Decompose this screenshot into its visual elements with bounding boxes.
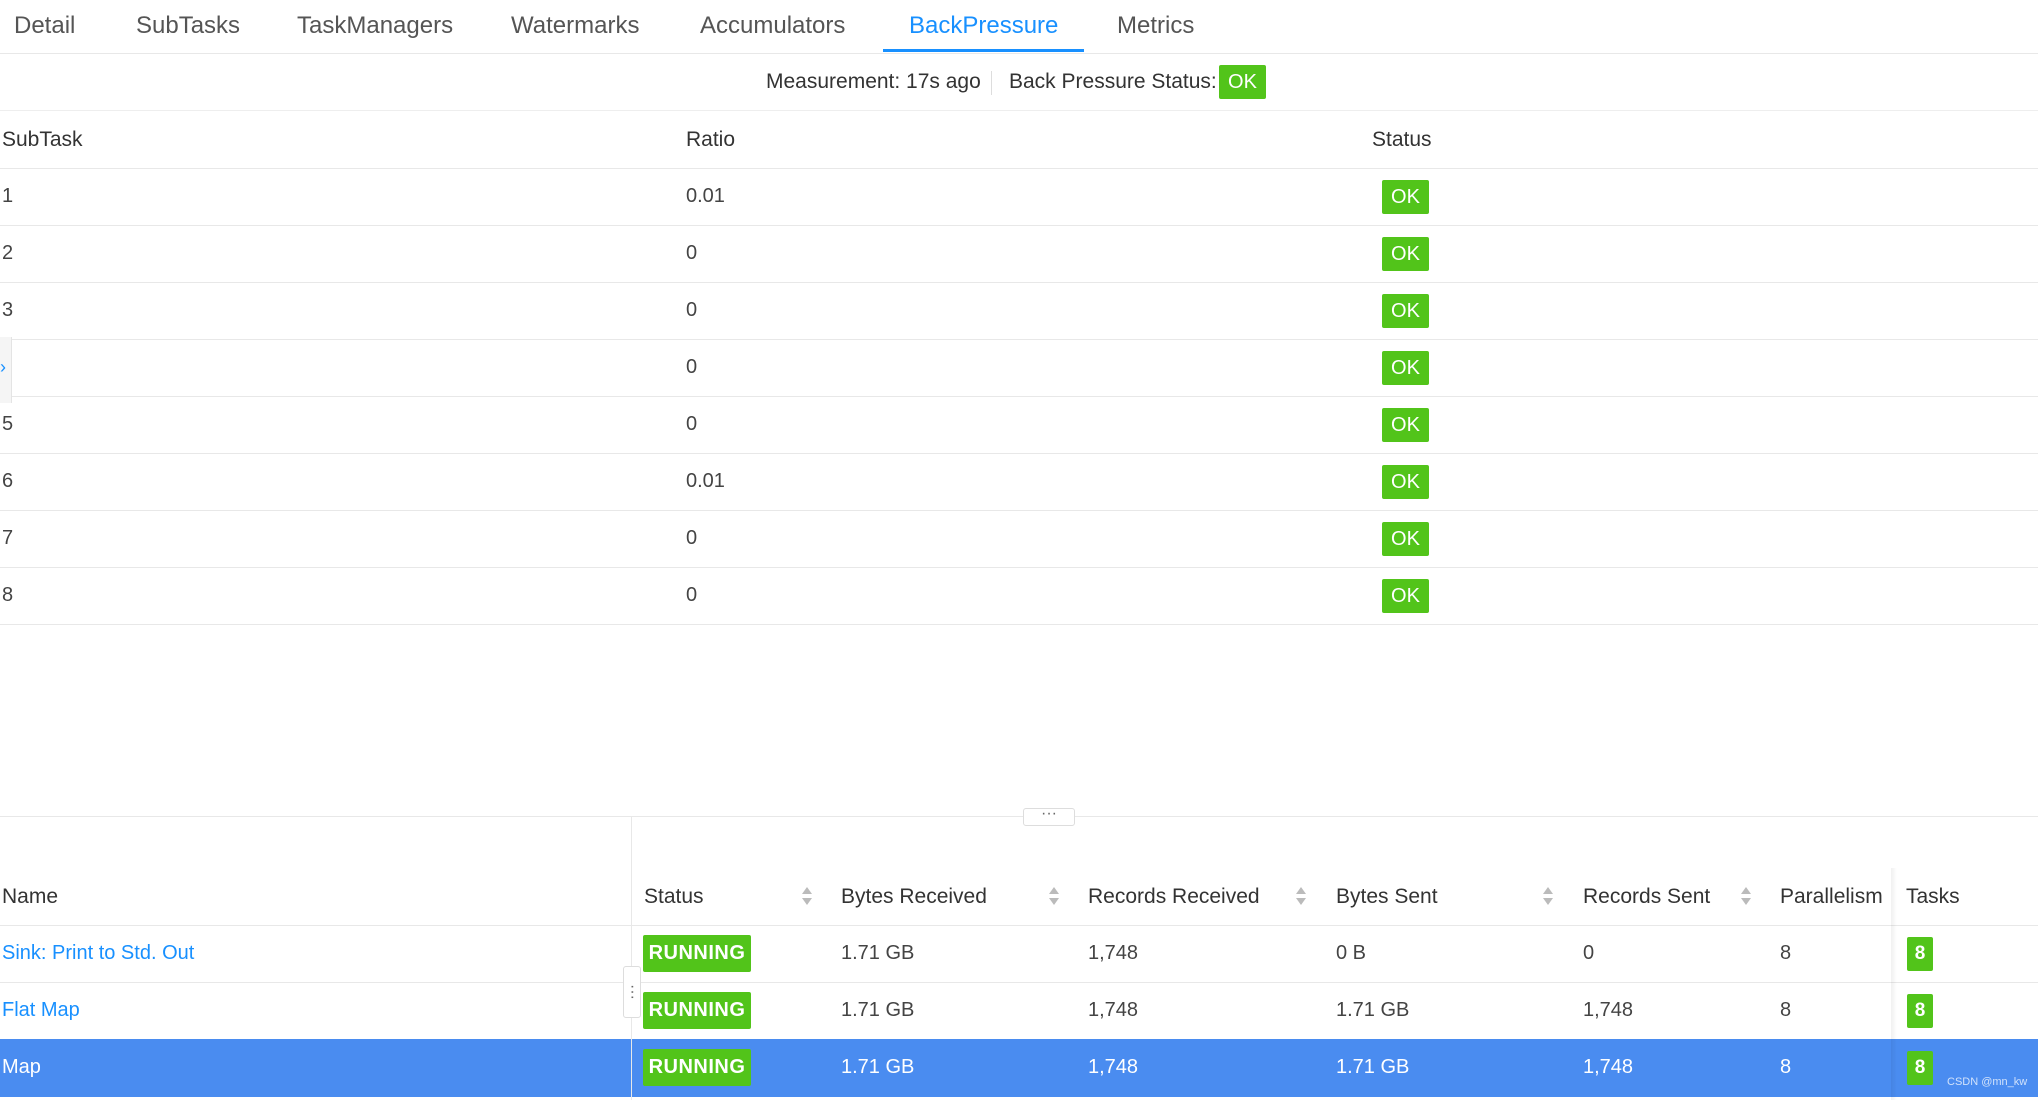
table-row: 7 0 OK [0,510,2038,568]
bytes-sent: 1.71 GB [1336,999,1410,1021]
status-badge: OK [1382,408,1429,442]
column-header-tasks: Tasks [1906,885,1960,908]
table-row: 0 OK [0,339,2038,397]
column-header-ratio: Ratio [686,128,736,151]
tasks-badge[interactable]: 8 [1907,1051,1933,1085]
table-row: 8 0 OK [0,567,2038,625]
tab-bar: Detail SubTasks TaskManagers Watermarks … [0,0,2038,54]
status-badge: RUNNING [643,935,751,972]
subtask-id: 3 [2,299,14,321]
sort-icon[interactable] [1543,887,1553,907]
column-header-records-sent[interactable]: Records Sent [1583,868,1710,925]
records-received: 1,748 [1088,999,1139,1021]
tab-detail[interactable]: Detail [14,0,75,53]
column-resize-handle[interactable]: ··· [623,966,641,1018]
table-row: 6 0.01 OK [0,453,2038,511]
ratio-value: 0 [686,527,698,549]
sort-icon[interactable] [1741,887,1751,907]
table-row[interactable]: Map RUNNING 1.71 GB 1,748 1.71 GB 1,748 8 8 [0,1039,2038,1097]
bytes-received: 1.71 GB [841,1056,915,1078]
column-header-bytes-sent[interactable]: Bytes Sent [1336,868,1438,925]
column-header-name[interactable]: Name [2,868,58,925]
subtask-id: 2 [2,242,14,264]
parallelism: 8 [1780,1056,1792,1078]
tab-accumulators[interactable]: Accumulators [700,0,845,53]
parallelism: 8 [1780,942,1792,964]
tasks-badge[interactable]: 8 [1907,937,1933,971]
table-row: 3 0 OK [0,282,2038,340]
column-header-status[interactable]: Status [644,868,704,925]
vertex-name-link[interactable]: Sink: Print to Std. Out [2,925,194,982]
measurement-bar: Measurement: 17s ago Back Pressure Statu… [0,54,2038,111]
ratio-value: 0.01 [686,185,725,207]
ratio-value: 0 [686,584,698,606]
measurement-time: Measurement: 17s ago [766,70,981,93]
tab-watermarks[interactable]: Watermarks [511,0,639,53]
vertex-table-header: Name Status Bytes Received Records Recei… [0,868,2038,926]
status-badge: OK [1382,522,1429,556]
records-received: 1,748 [1088,942,1139,964]
sort-icon[interactable] [1296,887,1306,907]
ratio-value: 0 [686,356,698,378]
tab-backpressure[interactable]: BackPressure [909,0,1058,53]
tab-subtasks[interactable]: SubTasks [136,0,240,53]
records-sent: 1,748 [1583,1056,1634,1078]
panel-divider [0,816,2038,817]
sort-icon[interactable] [1049,887,1059,907]
status-badge: RUNNING [643,1049,751,1086]
bytes-sent: 1.71 GB [1336,1056,1410,1078]
records-sent: 1,748 [1583,999,1634,1021]
table-row[interactable]: Flat Map RUNNING 1.71 GB 1,748 1.71 GB 1,748 8… [0,982,2038,1040]
tab-metrics[interactable]: Metrics [1117,0,1194,53]
column-header-status: Status [1372,128,1432,151]
ratio-value: 0 [686,413,698,435]
divider [991,71,992,95]
watermark: CSDN @mn_kw [1947,1076,2028,1088]
column-header-records-received[interactable]: Records Received [1088,868,1260,925]
table-row[interactable]: Sink: Print to Std. Out RUNNING 1.71 GB 1,7… [0,925,2038,983]
ratio-value: 0.01 [686,470,725,492]
subtask-id: 8 [2,584,14,606]
records-sent: 0 [1583,942,1595,964]
ratio-value: 0 [686,299,698,321]
status-badge: OK [1382,465,1429,499]
chevron-right-icon: › [0,357,6,377]
table-row: 2 0 OK [0,225,2038,283]
vertex-name-link[interactable]: Map [2,1039,41,1096]
records-received: 1,748 [1088,1056,1139,1078]
active-tab-indicator [883,49,1084,52]
status-badge: OK [1382,180,1429,214]
ratio-value: 0 [686,242,698,264]
back-pressure-status-label: Back Pressure Status: [1009,70,1217,93]
status-badge: OK [1382,351,1429,385]
subtask-id: 7 [2,527,14,549]
column-header-subtask: SubTask [2,128,83,151]
table-row: 5 0 OK [0,396,2038,454]
fixed-column-shadow [1891,868,1897,1100]
bytes-received: 1.71 GB [841,999,915,1021]
parallelism: 8 [1780,999,1792,1021]
subtask-id: 1 [2,185,14,207]
table-header: SubTask Ratio Status [0,111,2038,169]
status-badge: RUNNING [643,992,751,1029]
table-row: 1 0.01 OK [0,168,2038,226]
bytes-sent: 0 B [1336,942,1367,964]
resize-handle[interactable]: ··· [1023,806,1075,826]
vertex-name-link[interactable]: Flat Map [2,982,80,1039]
row-expand-handle[interactable]: › [0,337,12,403]
tab-taskmanagers[interactable]: TaskManagers [297,0,453,53]
subtask-id: 6 [2,470,14,492]
status-badge: OK [1382,294,1429,328]
column-header-bytes-received[interactable]: Bytes Received [841,868,987,925]
sort-icon[interactable] [802,887,812,907]
status-badge: OK [1382,579,1429,613]
column-header-parallelism[interactable]: Parallelism [1780,868,1883,925]
back-pressure-status-badge: OK [1219,65,1266,99]
column-divider [631,817,632,1100]
bytes-received: 1.71 GB [841,942,915,964]
status-badge: OK [1382,237,1429,271]
subtask-id: 5 [2,413,14,435]
tasks-badge[interactable]: 8 [1907,994,1933,1028]
